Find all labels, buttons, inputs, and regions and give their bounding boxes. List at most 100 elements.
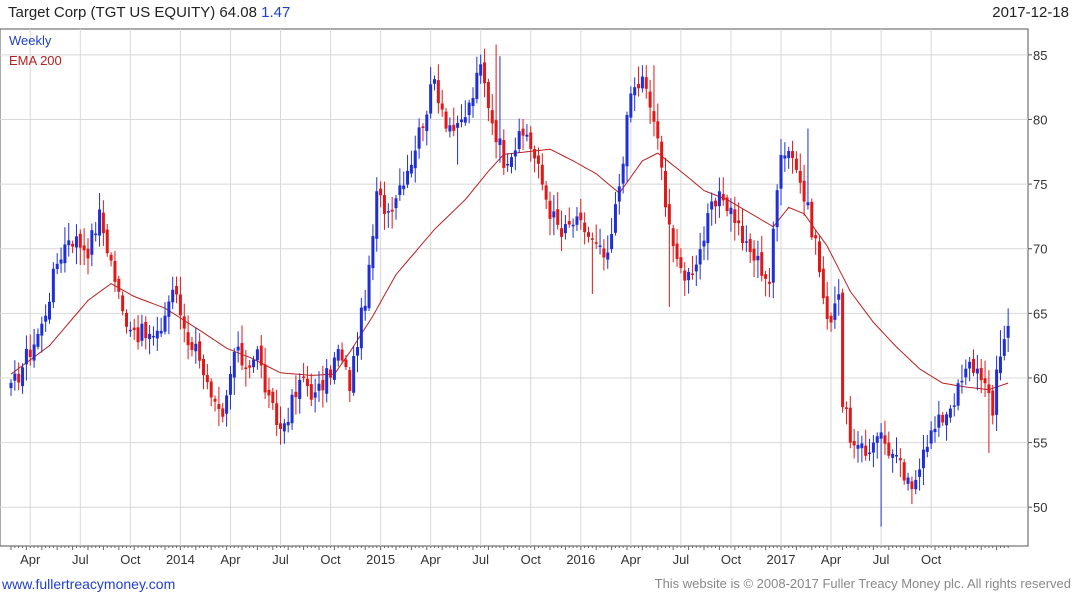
candle-body: [779, 154, 783, 189]
candle-body: [675, 243, 679, 260]
copyright-text: This website is © 2008-2017 Fuller Treac…: [654, 576, 1071, 591]
candle-body: [960, 380, 964, 383]
y-tick-label: 55: [1033, 436, 1047, 451]
x-tick-label: Oct: [921, 552, 942, 567]
candle-body: [710, 201, 714, 210]
candle-body: [525, 134, 529, 137]
candle-body: [332, 357, 336, 380]
candle-body: [463, 117, 467, 123]
candle-body: [648, 91, 652, 108]
candle-body: [305, 378, 309, 387]
candle-body: [236, 346, 240, 351]
candle-body: [937, 414, 941, 428]
candle-body: [775, 190, 779, 228]
candle-body: [28, 349, 32, 358]
plot-area: [0, 28, 1029, 547]
candle-body: [629, 93, 633, 118]
candle-body: [144, 321, 148, 339]
candle-body: [483, 62, 487, 84]
candle-body: [517, 131, 521, 149]
candle-body: [21, 367, 25, 387]
candle-body: [78, 233, 82, 248]
candle-body: [945, 414, 949, 426]
candle-body: [583, 222, 587, 233]
x-tick-label: Jul: [873, 552, 890, 567]
candle-body: [798, 170, 802, 183]
candle-body: [898, 458, 902, 461]
candle-body: [560, 228, 564, 237]
site-link[interactable]: www.fullertreacymoney.com: [2, 576, 175, 592]
candle-body: [175, 286, 179, 295]
candle-body: [163, 315, 167, 332]
candle-body: [540, 164, 544, 185]
candle-body: [82, 245, 86, 251]
candle-body: [968, 361, 972, 369]
candle-body: [202, 358, 205, 376]
candle-body: [67, 240, 71, 246]
candle-body: [733, 209, 737, 223]
candle-body: [767, 281, 771, 284]
candle-body: [32, 344, 36, 361]
candle-body: [579, 212, 583, 221]
candle-body: [910, 481, 914, 490]
candle-body: [575, 216, 579, 225]
candle-body: [664, 170, 667, 208]
candle-body: [433, 79, 436, 84]
candle-body: [760, 252, 764, 276]
candle-body: [279, 423, 282, 429]
candle-body: [883, 435, 887, 444]
candle-body: [533, 149, 537, 159]
candle-body: [382, 195, 386, 215]
candle-body: [991, 390, 995, 416]
candle-body: [456, 122, 460, 128]
candle-body: [571, 224, 575, 227]
candle-body: [972, 358, 975, 373]
candle-body: [594, 242, 598, 244]
x-tick-label: Jul: [472, 552, 489, 567]
x-tick-label: 2017: [767, 552, 796, 567]
candle-body: [567, 221, 571, 225]
candle-body: [259, 345, 263, 366]
y-tick-label: 50: [1033, 500, 1047, 515]
candle-body: [356, 347, 359, 356]
y-tick-label: 65: [1033, 306, 1047, 321]
candle-body: [213, 398, 217, 402]
candle-body: [271, 391, 275, 403]
candle-body: [17, 373, 21, 383]
candle-body: [217, 404, 221, 409]
candle-body: [232, 352, 236, 378]
candle-body: [964, 368, 968, 378]
candle-body: [721, 194, 725, 201]
candle-body: [852, 440, 856, 446]
candle: [51, 262, 55, 308]
candle-body: [895, 455, 898, 457]
candle-body: [486, 82, 490, 109]
candle-body: [86, 248, 90, 259]
candle-body: [864, 445, 868, 456]
candle-body: [513, 150, 517, 157]
candle-body: [748, 239, 752, 253]
candle-body: [74, 236, 78, 248]
candle-body: [725, 197, 729, 212]
y-tick-label: 80: [1033, 112, 1047, 127]
candle-body: [925, 446, 929, 452]
candle-body: [205, 374, 209, 383]
candle-body: [267, 389, 271, 396]
candle-body: [132, 327, 136, 330]
candle-body: [40, 323, 44, 336]
candle-body: [167, 301, 171, 317]
candle-body: [998, 356, 1002, 374]
candle-body: [352, 356, 356, 393]
candle-body: [317, 383, 321, 391]
candle-body: [941, 414, 945, 423]
candle-body: [313, 392, 317, 398]
candle-body: [325, 368, 329, 394]
candle-body: [821, 268, 825, 299]
candle-body: [833, 303, 837, 320]
candle-body: [794, 158, 798, 170]
candle-body: [606, 252, 610, 260]
candle-body: [178, 294, 182, 316]
candle-body: [409, 164, 413, 174]
candle-body: [155, 330, 159, 339]
candle-body: [105, 229, 109, 254]
